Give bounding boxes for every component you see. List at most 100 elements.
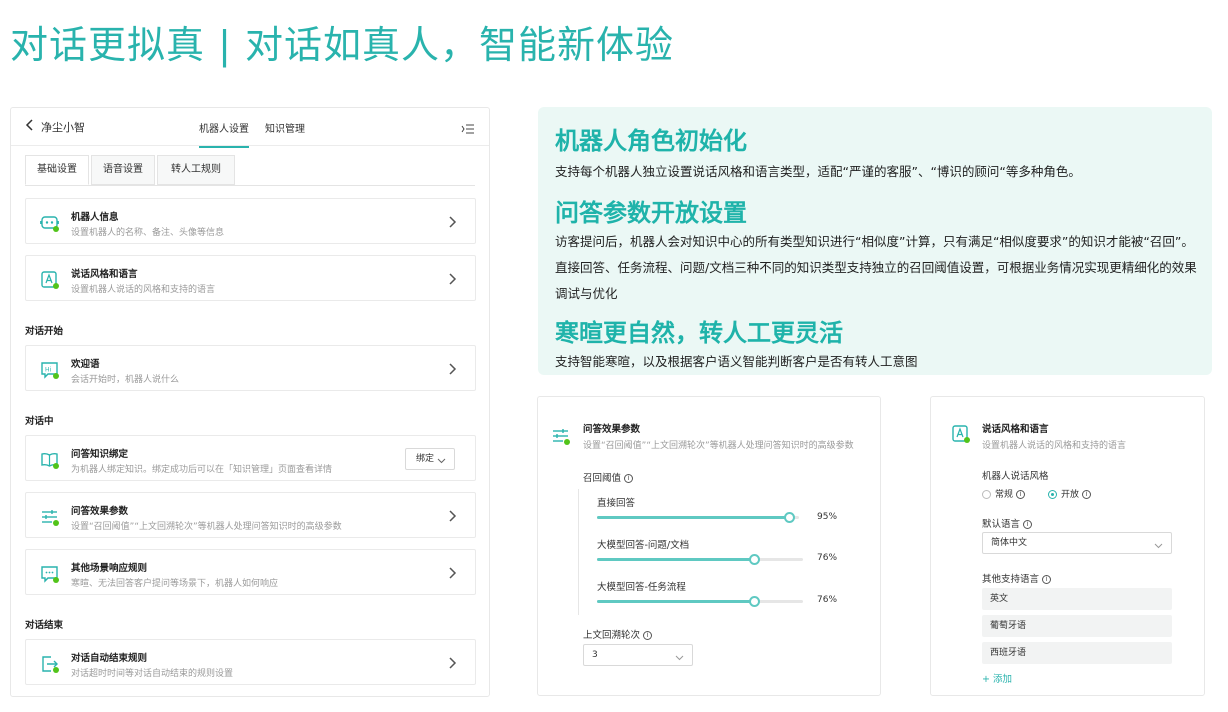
chevron-right-icon bbox=[447, 271, 457, 285]
lang-item[interactable]: 葡萄牙语 bbox=[982, 615, 1172, 637]
feature-desc: 支持智能寒暄，以及根据客户语义智能判断客户是否有转人工意图 bbox=[555, 354, 918, 369]
other-lang-label: 其他支持语言 i bbox=[982, 571, 1052, 585]
card-title: 机器人信息 bbox=[71, 212, 119, 223]
slider-value: 76% bbox=[817, 595, 838, 605]
section-conversation-middle: 对话中 bbox=[25, 416, 54, 427]
subtab-voice[interactable]: 语音设置 bbox=[91, 155, 155, 185]
robot-settings-panel: 净尘小智 机器人设置 知识管理 基础设置 语音设置 转人工规则 机器人信息 设置… bbox=[10, 107, 490, 697]
section-conversation-start: 对话开始 bbox=[25, 326, 64, 337]
card-desc: 对话超时时间等对话自动结束的规则设置 bbox=[71, 669, 234, 679]
radio-style-normal[interactable]: 常规 i bbox=[982, 487, 1026, 500]
slider-handle[interactable] bbox=[748, 554, 760, 565]
section-conversation-end: 对话结束 bbox=[25, 620, 64, 631]
slider-label: 大模型回答-问题/文档 bbox=[597, 540, 690, 551]
card-robot-info[interactable]: 机器人信息 设置机器人的名称、备注、头像等信息 bbox=[25, 198, 476, 244]
feature-info-box: 机器人角色初始化 支持每个机器人独立设置说话风格和语言类型，适配“严谨的客服”、… bbox=[538, 107, 1212, 375]
chevron-left-icon[interactable] bbox=[25, 118, 35, 135]
slider-llm-doc[interactable] bbox=[597, 554, 803, 565]
slider-llm-task[interactable] bbox=[597, 596, 803, 607]
lang-item[interactable]: 英文 bbox=[982, 588, 1172, 610]
radio-label: 开放 bbox=[1061, 490, 1080, 500]
collapse-menu-icon[interactable] bbox=[461, 120, 475, 134]
default-lang-label: 默认语言 i bbox=[982, 516, 1033, 530]
card-desc: 设置“召回阈值”“上文回溯轮次”等机器人处理问答知识时的高级参数 bbox=[71, 522, 342, 532]
default-lang-select[interactable]: 简体中文 bbox=[982, 532, 1172, 554]
chevron-right-icon bbox=[447, 508, 457, 522]
card-title: 欢迎语 bbox=[71, 359, 100, 370]
feature-heading: 寒暄更自然，转人工更灵活 bbox=[555, 319, 843, 347]
slider-direct-answer[interactable] bbox=[597, 512, 799, 523]
hero-title: 对话更拟真 | 对话如真人，智能新体验 bbox=[10, 23, 674, 67]
card-qa-params[interactable]: 问答效果参数 设置“召回阈值”“上文回溯轮次”等机器人处理问答知识时的高级参数 bbox=[25, 492, 476, 538]
chat-bubble-icon bbox=[40, 564, 60, 584]
card-other-scenarios[interactable]: 其他场景响应规则 寒暄、无法回答客户提问等场景下，机器人如何响应 bbox=[25, 549, 476, 595]
subtab-divider bbox=[25, 185, 475, 186]
exit-icon bbox=[40, 654, 60, 674]
robot-icon bbox=[40, 213, 60, 233]
chevron-right-icon bbox=[447, 214, 457, 228]
threshold-group: 直接回答 95% 大模型回答-问题/文档 76% 大模型回答-任务流程 76% bbox=[578, 489, 842, 615]
tab-robot-settings[interactable]: 机器人设置 bbox=[199, 120, 249, 148]
subtab-basic[interactable]: 基础设置 bbox=[25, 155, 89, 185]
chevron-right-icon bbox=[447, 361, 457, 375]
info-icon[interactable]: i bbox=[643, 631, 653, 640]
chevron-down-icon bbox=[1154, 538, 1163, 549]
style-label: 机器人说话风格 bbox=[982, 471, 1049, 482]
info-icon[interactable]: i bbox=[1082, 490, 1092, 499]
card-desc: 设置机器人的名称、备注、头像等信息 bbox=[71, 228, 225, 238]
card-knowledge-binding[interactable]: 问答知识绑定 为机器人绑定知识。绑定成功后可以在「知识管理」页面查看详情 绑定 bbox=[25, 435, 476, 481]
slider-value: 95% bbox=[817, 512, 838, 522]
tab-knowledge-management[interactable]: 知识管理 bbox=[265, 120, 305, 135]
info-icon[interactable]: i bbox=[1042, 575, 1052, 584]
slider-value: 76% bbox=[817, 553, 838, 563]
slider-handle[interactable] bbox=[783, 512, 795, 523]
slider-label: 直接回答 bbox=[597, 498, 636, 509]
card-desc: 设置机器人说话的风格和支持的语言 bbox=[71, 285, 216, 295]
lang-item[interactable]: 西班牙语 bbox=[982, 642, 1172, 664]
speaking-style-panel: 说话风格和语言 设置机器人说话的风格和支持的语言 机器人说话风格 常规 i 开放 i… bbox=[930, 396, 1205, 696]
rounds-select[interactable]: 3 bbox=[583, 644, 693, 666]
bind-dropdown-button[interactable]: 绑定 bbox=[405, 448, 455, 470]
card-title: 对话自动结束规则 bbox=[71, 653, 148, 664]
rounds-label: 上文回溯轮次 i bbox=[583, 627, 653, 641]
book-icon bbox=[40, 450, 60, 470]
card-speaking-style[interactable]: 说话风格和语言 设置机器人说话的风格和支持的语言 bbox=[25, 255, 476, 301]
card-welcome-message[interactable]: Hi 欢迎语 会话开始时，机器人说什么 bbox=[25, 345, 476, 391]
card-title: 其他场景响应规则 bbox=[71, 563, 148, 574]
robot-name: 净尘小智 bbox=[41, 121, 85, 134]
chevron-down-icon bbox=[675, 650, 684, 661]
rounds-value: 3 bbox=[592, 650, 598, 660]
chevron-down-icon bbox=[437, 453, 446, 464]
card-desc: 会话开始时，机器人说什么 bbox=[71, 375, 180, 385]
card-desc: 寒暄、无法回答客户提问等场景下，机器人如何响应 bbox=[71, 579, 279, 589]
card-title: 说话风格和语言 bbox=[71, 269, 138, 280]
subtab-transfer-rules[interactable]: 转人工规则 bbox=[157, 155, 235, 185]
info-icon[interactable]: i bbox=[1023, 520, 1033, 529]
info-icon[interactable]: i bbox=[624, 474, 634, 483]
speaking-style-title: 说话风格和语言 bbox=[982, 424, 1049, 435]
rounds-label-text: 上文回溯轮次 bbox=[583, 630, 641, 641]
slider-handle[interactable] bbox=[748, 596, 760, 607]
feature-heading: 问答参数开放设置 bbox=[555, 199, 747, 227]
feature-desc: 访客提问后，机器人会对知识中心的所有类型知识进行“相似度”计算，只有满足“相似度… bbox=[555, 234, 1197, 301]
radio-style-open[interactable]: 开放 i bbox=[1048, 487, 1092, 500]
qa-params-desc: 设置“召回阈值”“上文回溯轮次”等机器人处理问答知识时的高级参数 bbox=[583, 441, 854, 451]
qa-params-panel: 问答效果参数 设置“召回阈值”“上文回溯轮次”等机器人处理问答知识时的高级参数 … bbox=[537, 396, 881, 696]
card-auto-end-rules[interactable]: 对话自动结束规则 对话超时时间等对话自动结束的规则设置 bbox=[25, 639, 476, 685]
radio-dot bbox=[1048, 490, 1057, 499]
card-title: 问答知识绑定 bbox=[71, 449, 129, 460]
radio-dot bbox=[982, 490, 991, 499]
radio-label: 常规 bbox=[995, 490, 1014, 500]
sliders-icon bbox=[40, 507, 60, 527]
threshold-label: 召回阈值 i bbox=[583, 470, 634, 484]
chevron-right-icon bbox=[447, 565, 457, 579]
info-icon[interactable]: i bbox=[1016, 490, 1026, 499]
threshold-label-text: 召回阈值 bbox=[583, 473, 622, 484]
default-lang-value: 简体中文 bbox=[991, 538, 1028, 548]
svg-text:Hi: Hi bbox=[45, 367, 52, 374]
sliders-icon bbox=[551, 426, 571, 450]
default-lang-label-text: 默认语言 bbox=[982, 519, 1021, 530]
slider-fill bbox=[597, 558, 754, 561]
card-desc: 为机器人绑定知识。绑定成功后可以在「知识管理」页面查看详情 bbox=[71, 465, 333, 475]
add-language-button[interactable]: + 添加 bbox=[982, 671, 1012, 685]
